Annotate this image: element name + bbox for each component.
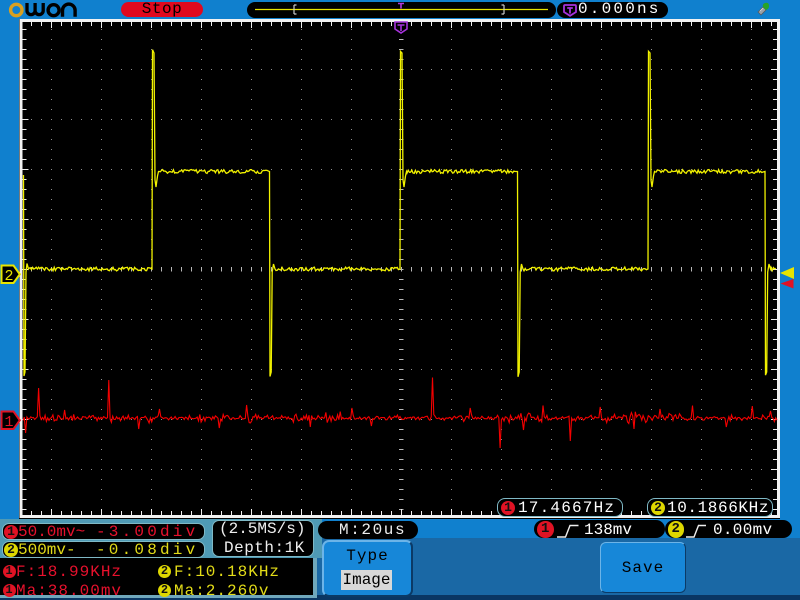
svg-text:2: 2 xyxy=(5,268,14,285)
svg-text:1: 1 xyxy=(5,414,14,431)
